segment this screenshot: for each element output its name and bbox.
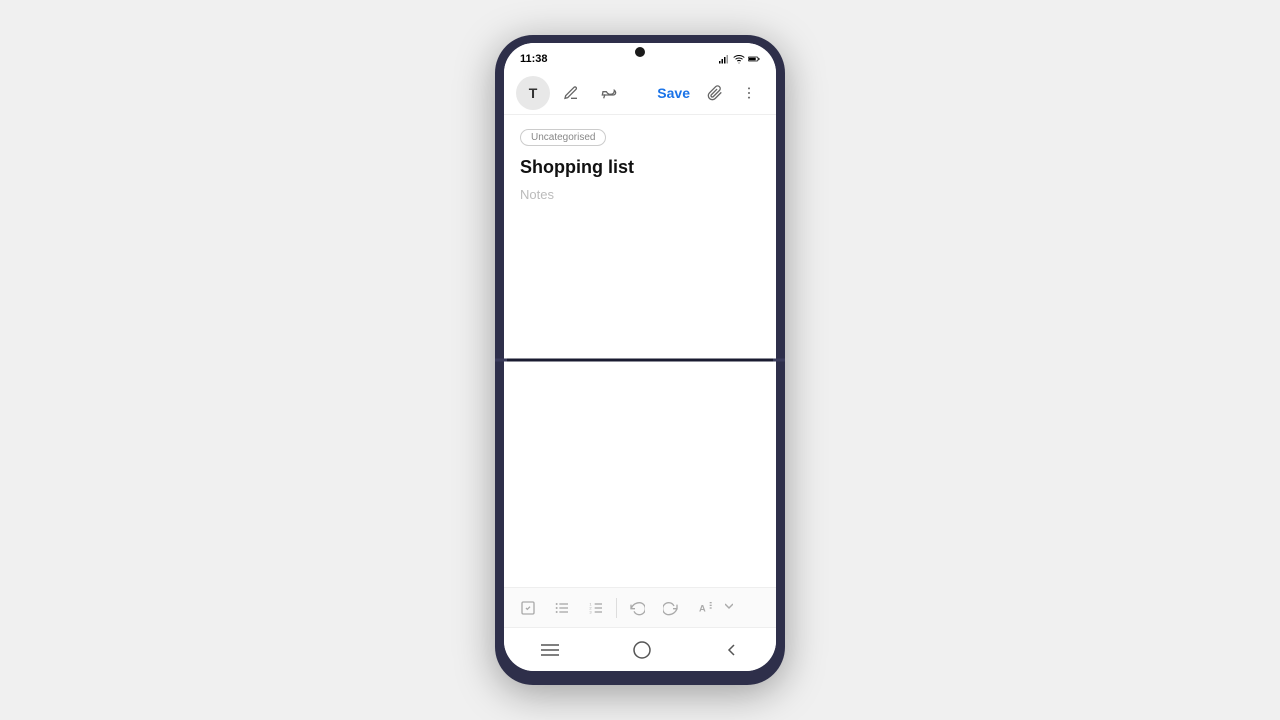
status-bar: 11:38 xyxy=(504,43,776,71)
attach-button[interactable] xyxy=(700,78,730,108)
ordered-list-icon: 123 xyxy=(588,600,604,616)
bullet-list-button[interactable] xyxy=(548,594,576,622)
back-icon xyxy=(725,643,739,657)
status-time: 11:38 xyxy=(520,53,548,65)
nav-bar xyxy=(504,627,776,671)
fold-line xyxy=(495,359,785,362)
paint-tool-button[interactable] xyxy=(592,76,626,110)
battery-icon xyxy=(748,53,760,65)
home-button[interactable] xyxy=(633,641,651,659)
text-format-button[interactable]: A xyxy=(691,594,719,622)
recent-apps-icon xyxy=(541,643,559,657)
format-bar: 123 A xyxy=(504,587,776,627)
note-title[interactable]: Shopping list xyxy=(520,156,760,179)
text-format-icon: A xyxy=(697,600,713,616)
svg-text:A: A xyxy=(699,603,706,613)
phone-screen: 11:38 T xyxy=(504,43,776,671)
more-button[interactable] xyxy=(734,78,764,108)
svg-text:3: 3 xyxy=(589,609,592,614)
checkbox-icon xyxy=(520,600,536,616)
toolbar: T Save xyxy=(504,71,776,115)
undo-icon xyxy=(629,600,645,616)
text-size-arrow-icon xyxy=(725,600,733,616)
attach-icon xyxy=(707,85,723,101)
redo-button[interactable] xyxy=(657,594,685,622)
camera-notch xyxy=(635,47,645,57)
pen-icon xyxy=(563,85,579,101)
redo-icon xyxy=(663,600,679,616)
text-tool-button[interactable]: T xyxy=(516,76,550,110)
recent-apps-button[interactable] xyxy=(541,643,559,657)
undo-button[interactable] xyxy=(623,594,651,622)
status-icons xyxy=(718,53,760,65)
bullet-list-icon xyxy=(554,600,570,616)
home-icon xyxy=(633,641,651,659)
more-icon xyxy=(741,85,757,101)
text-tool-icon: T xyxy=(529,85,538,101)
pen-tool-button[interactable] xyxy=(554,76,588,110)
signal-icon xyxy=(718,53,730,65)
note-placeholder[interactable]: Notes xyxy=(520,187,760,202)
phone-device: 11:38 T xyxy=(495,35,785,685)
back-button[interactable] xyxy=(725,643,739,657)
note-area[interactable]: Uncategorised Shopping list Notes xyxy=(504,115,776,587)
category-badge[interactable]: Uncategorised xyxy=(520,129,606,146)
ordered-list-button[interactable]: 123 xyxy=(582,594,610,622)
format-divider xyxy=(616,598,617,618)
wifi-icon xyxy=(733,53,745,65)
paint-icon xyxy=(601,85,617,101)
checkbox-button[interactable] xyxy=(514,594,542,622)
save-button[interactable]: Save xyxy=(651,81,696,105)
